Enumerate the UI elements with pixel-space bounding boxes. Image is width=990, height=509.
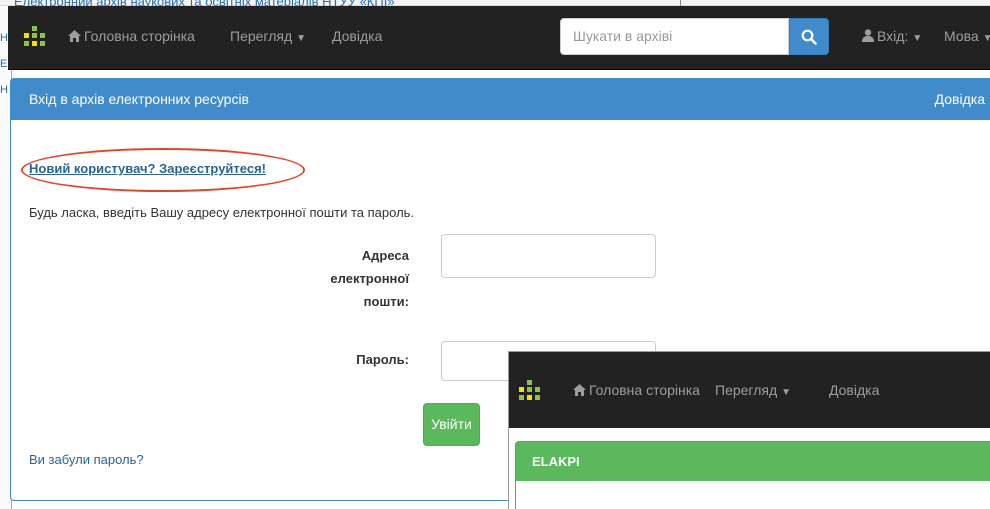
background-left-link[interactable]: Е (0, 58, 7, 70)
login-instructions: Будь ласка, введіть Вашу адресу електрон… (29, 205, 415, 220)
overlay-panel-heading: ELAKPI (516, 442, 990, 481)
overlay-nav-browse-label: Перегляд (715, 382, 778, 398)
overlay-panel: ELAKPI (515, 441, 990, 509)
password-label: Пароль: (356, 352, 409, 367)
home-icon (68, 30, 81, 42)
overlay-nav-home-label: Головна сторінка (589, 382, 700, 398)
caret-down-icon: ▼ (781, 387, 792, 398)
email-field[interactable] (441, 234, 656, 278)
email-label: Адреса електронної пошти: (330, 248, 409, 309)
overlay-nav-home-link[interactable]: Головна сторінка (573, 382, 700, 398)
overlay-screenshot: Головна сторінка Перегляд ▼ Довідка ELAKP… (508, 351, 990, 509)
main-navbar: Головна сторінка Перегляд ▼ Довідка Шукат… (8, 6, 990, 70)
login-button[interactable]: Увійти (423, 403, 480, 446)
overlay-nav-browse-dropdown[interactable]: Перегляд ▼ (715, 382, 791, 398)
nav-help-link[interactable]: Довідка (332, 28, 382, 44)
nav-language-dropdown[interactable]: Мова ▼ (944, 28, 990, 44)
nav-login-label: Вхід: (877, 28, 909, 44)
search-icon (801, 29, 817, 45)
site-logo-icon[interactable] (24, 26, 46, 50)
nav-login-dropdown[interactable]: Вхід: ▼ (862, 28, 922, 44)
login-panel-heading: Вхід в архів електронних ресурсів Довідк… (11, 79, 990, 120)
home-icon (573, 384, 586, 396)
highlight-oval (21, 148, 305, 192)
user-icon (862, 29, 874, 42)
nav-language-label: Мова (944, 28, 979, 44)
search-button[interactable] (789, 18, 829, 55)
forgot-password-link[interactable]: Ви забули пароль? (29, 452, 144, 467)
caret-down-icon: ▼ (982, 33, 990, 44)
caret-down-icon: ▼ (296, 33, 307, 44)
background-left-link[interactable]: Н (0, 84, 8, 96)
background-left-link[interactable]: Н (0, 32, 8, 44)
site-logo-icon[interactable] (519, 380, 541, 404)
nav-home-link[interactable]: Головна сторінка (68, 28, 195, 44)
search-input[interactable]: Шукати в архіві (560, 18, 789, 55)
caret-down-icon: ▼ (912, 33, 923, 44)
nav-browse-label: Перегляд (230, 28, 293, 44)
overlay-nav-help-link[interactable]: Довідка (829, 382, 879, 398)
overlay-navbar: Головна сторінка Перегляд ▼ Довідка (509, 352, 990, 428)
nav-browse-dropdown[interactable]: Перегляд ▼ (230, 28, 306, 44)
nav-home-label: Головна сторінка (84, 28, 195, 44)
panel-help-link[interactable]: Довідка (935, 91, 985, 107)
login-panel-title: Вхід в архів електронних ресурсів (29, 91, 249, 107)
overlay-panel-title: ELAKPI (532, 454, 580, 469)
